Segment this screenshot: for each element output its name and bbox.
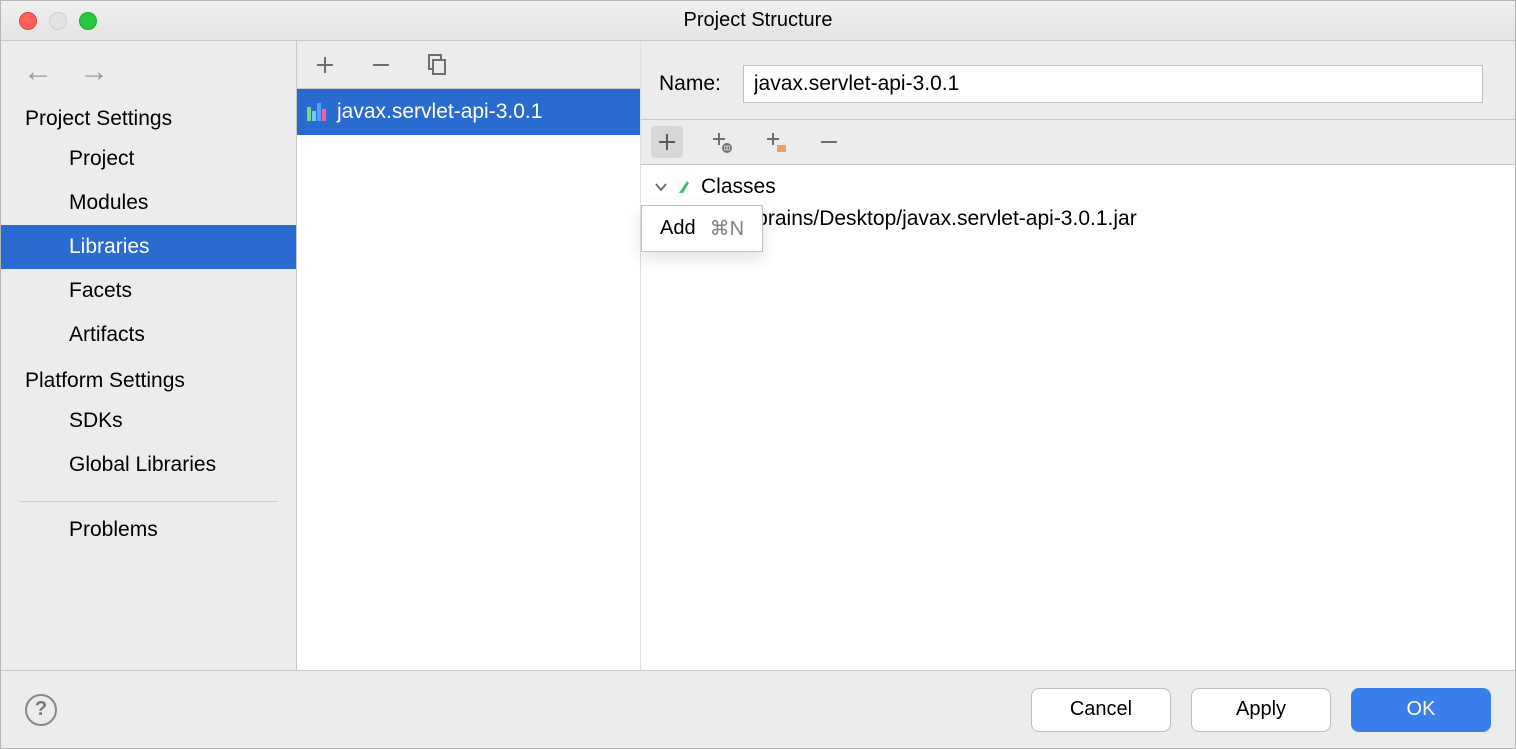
plus-folder-icon	[764, 131, 786, 153]
library-icon	[307, 103, 327, 121]
sidebar: ← → Project Settings Project Modules Lib…	[1, 41, 297, 670]
plus-globe-icon	[710, 131, 732, 153]
apply-label: Apply	[1236, 698, 1286, 721]
library-roots-tree[interactable]: Classes ers/jetbrains/Desktop/javax.serv…	[641, 165, 1515, 670]
add-popup-label: Add	[660, 217, 696, 240]
library-list-toolbar	[297, 41, 640, 89]
remove-library-button[interactable]	[365, 49, 397, 81]
close-window-button[interactable]	[19, 12, 37, 30]
classes-icon	[675, 177, 695, 197]
cancel-button[interactable]: Cancel	[1031, 688, 1171, 732]
library-detail-pane: Name:	[641, 41, 1515, 670]
copy-icon	[426, 54, 448, 76]
library-list-item-label: javax.servlet-api-3.0.1	[337, 100, 542, 124]
add-url-root-button[interactable]	[705, 126, 737, 158]
sidebar-separator	[19, 501, 278, 502]
history-nav: ← →	[1, 41, 296, 95]
titlebar: Project Structure	[1, 1, 1515, 41]
jar-file-path: ers/jetbrains/Desktop/javax.servlet-api-…	[699, 207, 1137, 231]
traffic-lights	[1, 12, 97, 30]
sidebar-item-project[interactable]: Project	[1, 137, 296, 181]
cancel-label: Cancel	[1070, 698, 1132, 721]
apply-button[interactable]: Apply	[1191, 688, 1331, 732]
sidebar-item-modules[interactable]: Modules	[1, 181, 296, 225]
jar-file-node[interactable]: ers/jetbrains/Desktop/javax.servlet-api-…	[651, 203, 1515, 235]
add-popup-shortcut: ⌘N	[710, 216, 744, 241]
sidebar-group-platform-settings: Platform Settings	[1, 357, 296, 399]
help-button[interactable]: ?	[25, 694, 57, 726]
sidebar-item-facets[interactable]: Facets	[1, 269, 296, 313]
add-folder-root-button[interactable]	[759, 126, 791, 158]
minus-icon	[371, 55, 391, 75]
add-library-button[interactable]	[309, 49, 341, 81]
content-area: ← → Project Settings Project Modules Lib…	[1, 41, 1515, 670]
ok-button[interactable]: OK	[1351, 688, 1491, 732]
add-root-button[interactable]	[651, 126, 683, 158]
forward-arrow-icon[interactable]: →	[79, 55, 109, 89]
sidebar-item-sdks[interactable]: SDKs	[1, 399, 296, 443]
sidebar-item-global-libraries[interactable]: Global Libraries	[1, 443, 296, 487]
maximize-window-button[interactable]	[79, 12, 97, 30]
ok-label: OK	[1407, 698, 1436, 721]
minus-icon	[819, 132, 839, 152]
name-row: Name:	[641, 41, 1515, 119]
sidebar-item-artifacts[interactable]: Artifacts	[1, 313, 296, 357]
window-title: Project Structure	[1, 9, 1515, 32]
back-arrow-icon[interactable]: ←	[23, 55, 53, 89]
sidebar-item-problems[interactable]: Problems	[1, 508, 296, 552]
chevron-down-icon	[653, 179, 669, 195]
library-list-item[interactable]: javax.servlet-api-3.0.1	[297, 89, 640, 135]
sidebar-item-libraries[interactable]: Libraries	[1, 225, 296, 269]
copy-library-button[interactable]	[421, 49, 453, 81]
library-name-input[interactable]	[743, 65, 1483, 103]
remove-root-button[interactable]	[813, 126, 845, 158]
library-list-pane: javax.servlet-api-3.0.1	[297, 41, 641, 670]
library-roots-toolbar	[641, 119, 1515, 165]
minimize-window-button[interactable]	[49, 12, 67, 30]
add-popup-menu-item[interactable]: Add ⌘N	[642, 206, 762, 251]
dialog-footer: ? Cancel Apply OK	[1, 670, 1515, 748]
classes-root-node[interactable]: Classes	[651, 171, 1515, 203]
classes-root-label: Classes	[701, 175, 776, 199]
sidebar-group-project-settings: Project Settings	[1, 95, 296, 137]
name-label: Name:	[659, 72, 721, 96]
plus-icon	[657, 132, 677, 152]
add-popup-menu: Add ⌘N	[641, 205, 763, 252]
plus-icon	[315, 55, 335, 75]
